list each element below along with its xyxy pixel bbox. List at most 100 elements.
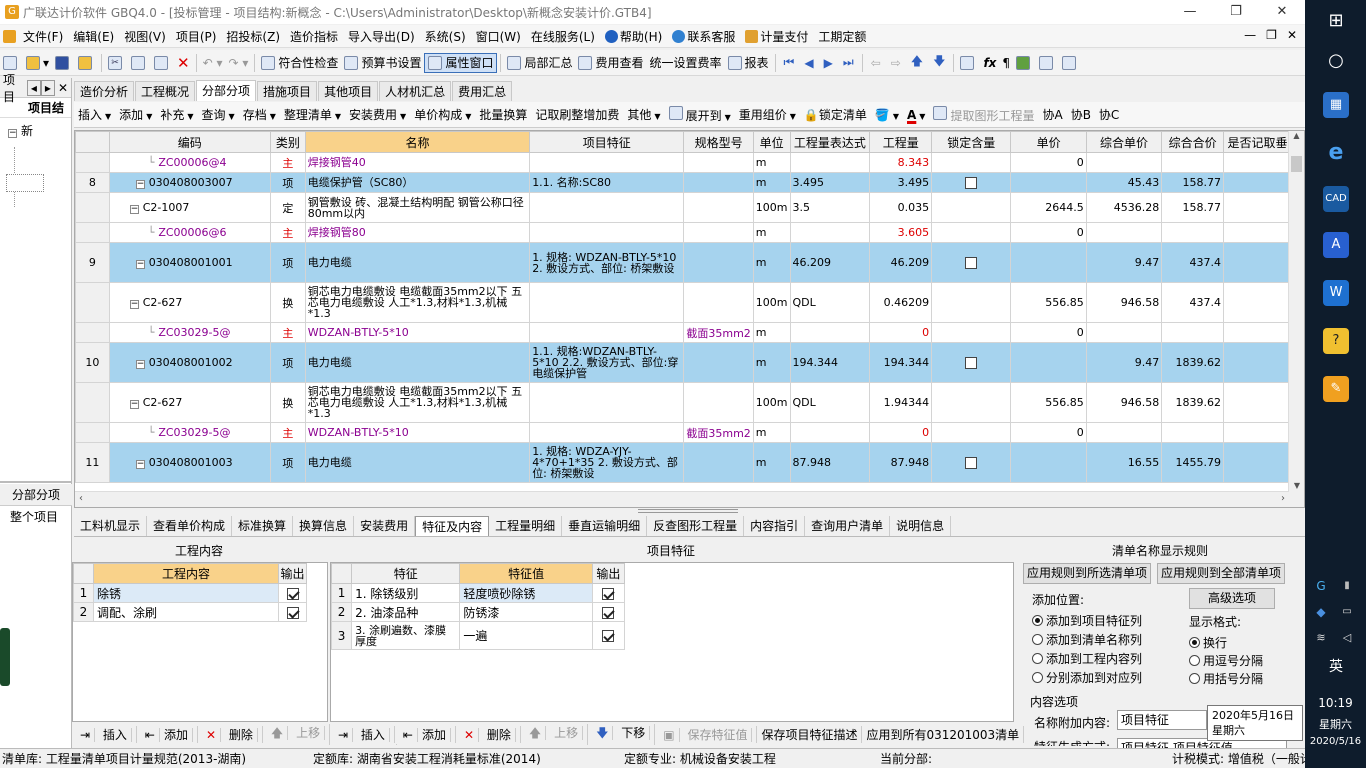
row-number[interactable] bbox=[75, 382, 110, 423]
spec-cell[interactable]: 截面35mm2 bbox=[683, 422, 754, 443]
work-add-button[interactable]: ⇤ 添加 bbox=[137, 725, 198, 743]
qty-cell[interactable]: 3.605 bbox=[869, 222, 933, 243]
tray-g-icon[interactable]: G bbox=[1313, 578, 1329, 594]
unit-cell[interactable]: 100m bbox=[752, 192, 791, 223]
menu-window[interactable]: 窗口(W) bbox=[471, 28, 526, 45]
menu-edit[interactable]: 编辑(E) bbox=[68, 28, 119, 45]
name-cell[interactable]: 焊接钢管40 bbox=[304, 152, 531, 173]
header-spec[interactable]: 规格型号 bbox=[683, 131, 754, 153]
name-cell[interactable]: WDZAN-BTLY-5*10 bbox=[304, 322, 531, 343]
type-cell[interactable]: 项 bbox=[269, 342, 306, 383]
work-moveup-button[interactable]: 🡅 上移 bbox=[263, 723, 331, 745]
output-checkbox[interactable] bbox=[286, 587, 299, 600]
left-prev-icon[interactable]: ◂ bbox=[26, 79, 41, 96]
expr-cell[interactable] bbox=[789, 152, 871, 173]
table-row[interactable]: 2 调配、涂刷 bbox=[73, 602, 307, 622]
row-number[interactable]: 9 bbox=[75, 242, 110, 283]
cad-app-icon[interactable]: CAD bbox=[1323, 186, 1349, 212]
btab-description[interactable]: 说明信息 bbox=[890, 515, 952, 536]
spec-cell[interactable] bbox=[683, 222, 754, 243]
feature-cell[interactable] bbox=[529, 422, 685, 443]
type-cell[interactable]: 项 bbox=[269, 242, 306, 283]
code-cell[interactable]: └ ZC00006@4 bbox=[108, 152, 271, 173]
cprice-cell[interactable] bbox=[1085, 222, 1163, 243]
qty-cell[interactable]: 1.94344 bbox=[869, 382, 933, 423]
btab-vertical-transport[interactable]: 垂直运输明细 bbox=[562, 515, 648, 536]
row-number[interactable]: 11 bbox=[75, 442, 110, 483]
other-button[interactable]: 其他 ▼ bbox=[623, 106, 664, 123]
collapse-icon[interactable]: − bbox=[135, 460, 145, 469]
qty-cell[interactable]: 0 bbox=[869, 322, 933, 343]
ctotal-cell[interactable]: 158.77 bbox=[1161, 172, 1225, 193]
table-row[interactable]: └ ZC03029-5@ 主 WDZAN-BTLY-5*10 截面35mm2 m 0 0 bbox=[75, 422, 1304, 443]
cprice-cell[interactable]: 16.55 bbox=[1085, 442, 1163, 483]
lock-cell[interactable] bbox=[931, 172, 1012, 193]
property-window-button[interactable]: 属性窗口 bbox=[424, 52, 498, 73]
advanced-options-button[interactable]: 高级选项 bbox=[1189, 588, 1275, 609]
code-cell[interactable]: └ ZC03029-5@ bbox=[108, 322, 271, 343]
supplement-button[interactable]: 补充 ▼ bbox=[156, 106, 197, 123]
menu-help[interactable]: 帮助(H) bbox=[600, 28, 667, 45]
spec-cell[interactable] bbox=[683, 342, 754, 383]
cprice-cell[interactable] bbox=[1085, 322, 1163, 343]
save-feature-desc-button[interactable]: 保存项目特征描述 bbox=[757, 725, 863, 743]
cprice-cell[interactable]: 946.58 bbox=[1085, 282, 1163, 323]
archive-button[interactable]: 存档 ▼ bbox=[239, 106, 280, 123]
save-button[interactable] bbox=[52, 53, 75, 73]
cprice-cell[interactable] bbox=[1085, 152, 1163, 173]
header-lock[interactable]: 锁定含量 bbox=[931, 131, 1012, 153]
qty-cell[interactable]: 46.209 bbox=[869, 242, 933, 283]
table-row[interactable]: 11−030408001003 项电力电缆 1. 规格: WDZA-YJY-4*70… bbox=[75, 442, 1304, 483]
lock-cell[interactable] bbox=[931, 422, 1012, 443]
expr-cell[interactable]: 46.209 bbox=[789, 242, 871, 283]
code-cell[interactable]: −030408001001 bbox=[108, 242, 271, 283]
type-cell[interactable]: 主 bbox=[269, 322, 306, 343]
name-cell[interactable]: 电力电缆 bbox=[304, 242, 531, 283]
feature-cell[interactable]: 1.1. 规格:WDZAN-BTLY-5*10 2.2. 敷设方式、部位:穿电缆… bbox=[529, 342, 685, 383]
ime-indicator[interactable]: 英 bbox=[1323, 654, 1349, 680]
table-row[interactable]: 9−030408001001 项电力电缆 1. 规格: WDZAN-BTLY-5*1… bbox=[75, 242, 1304, 283]
ctotal-cell[interactable] bbox=[1161, 152, 1225, 173]
save-feature-value-button[interactable]: ▣ 保存特征值 bbox=[655, 725, 758, 743]
collapse-icon[interactable]: − bbox=[135, 260, 145, 269]
price-cell[interactable]: 556.85 bbox=[1010, 382, 1087, 423]
name-cell[interactable]: 钢管敷设 砖、混凝土结构明配 钢管公称口径80mm以内 bbox=[304, 192, 531, 223]
cprice-cell[interactable]: 946.58 bbox=[1085, 382, 1163, 423]
wifi-icon[interactable]: ≋ bbox=[1313, 630, 1329, 646]
scroll-down-icon[interactable]: ▼ bbox=[1289, 481, 1304, 490]
header-feature[interactable]: 项目特征 bbox=[529, 131, 685, 153]
clock-time[interactable]: 10:19 bbox=[1305, 696, 1366, 710]
work-delete-button[interactable]: ✕ 删除 bbox=[198, 725, 263, 743]
left-close-icon[interactable]: ✕ bbox=[55, 81, 71, 95]
feature-moveup-button[interactable]: 🡅 上移 bbox=[521, 723, 589, 745]
paste-button[interactable] bbox=[151, 53, 174, 73]
price-cell[interactable]: 0 bbox=[1010, 422, 1087, 443]
table-row[interactable]: └ ZC00006@4 主焊接钢管40 m 8.343 0 bbox=[75, 152, 1304, 173]
table-row[interactable]: − C2-627 换铜芯电力电缆敷设 电缆截面35mm2以下 五芯电力电缆敷设 人工… bbox=[75, 282, 1304, 323]
extra-fee-button[interactable]: 记取刷整增加费 bbox=[531, 106, 623, 123]
scroll-up-icon[interactable]: ▲ bbox=[1289, 131, 1304, 140]
cprice-cell[interactable]: 45.43 bbox=[1085, 172, 1163, 193]
row-number[interactable] bbox=[75, 222, 110, 243]
menu-support[interactable]: 联系客服 bbox=[667, 28, 740, 45]
qty-cell[interactable]: 194.344 bbox=[869, 342, 933, 383]
lock-cell[interactable] bbox=[931, 322, 1012, 343]
price-cell[interactable]: 0 bbox=[1010, 222, 1087, 243]
app-grid-icon[interactable]: ▦ bbox=[1323, 92, 1349, 118]
unit-cell[interactable]: m bbox=[752, 152, 791, 173]
btab-convert-info[interactable]: 换算信息 bbox=[293, 515, 355, 536]
price-cell[interactable] bbox=[1010, 342, 1087, 383]
cprice-cell[interactable] bbox=[1085, 422, 1163, 443]
btab-user-list[interactable]: 查询用户清单 bbox=[805, 515, 891, 536]
unit-cell[interactable]: m bbox=[752, 442, 791, 483]
output-checkbox[interactable] bbox=[602, 630, 615, 642]
word-icon[interactable]: W bbox=[1323, 280, 1349, 306]
paragraph-button[interactable]: ¶ bbox=[999, 53, 1013, 73]
lock-cell[interactable] bbox=[931, 342, 1012, 383]
tab-other-items[interactable]: 其他项目 bbox=[318, 81, 379, 101]
report-button[interactable]: 报表 bbox=[725, 53, 772, 73]
arrow-up-icon[interactable]: 🡅 bbox=[906, 52, 928, 73]
side-widget-icon[interactable] bbox=[0, 628, 10, 686]
type-cell[interactable]: 项 bbox=[269, 172, 306, 193]
compliance-check-button[interactable]: 符合性检查 bbox=[258, 53, 341, 73]
